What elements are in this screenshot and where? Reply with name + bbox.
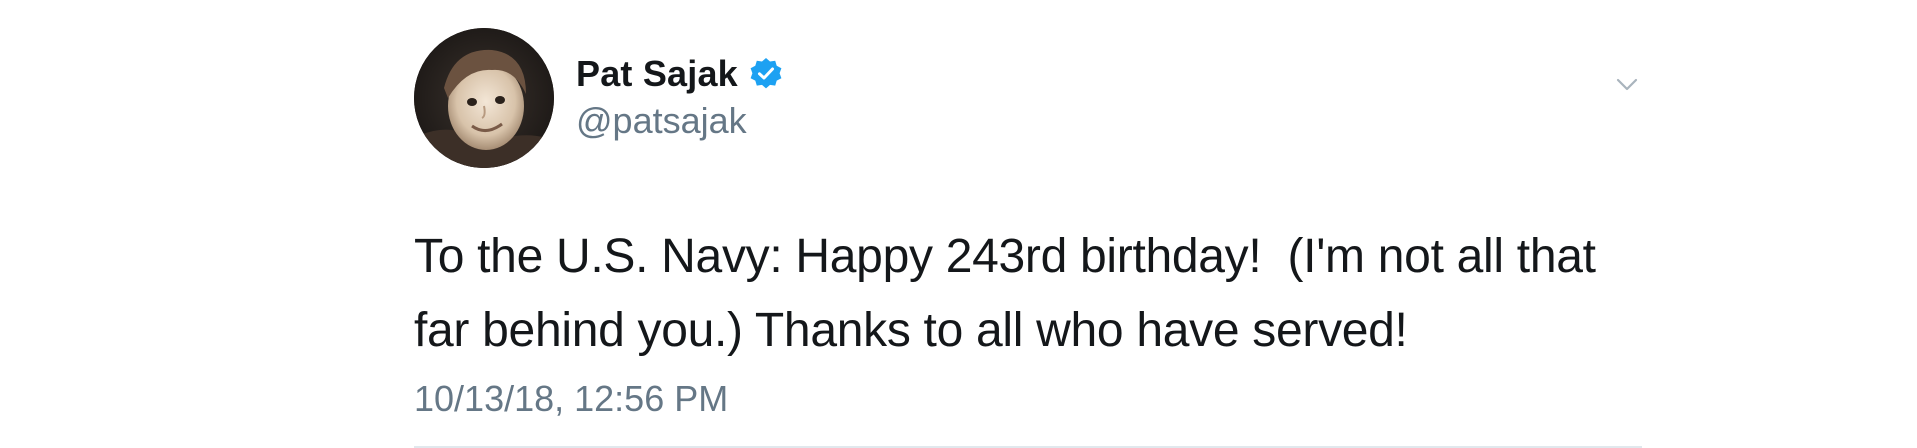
chevron-down-icon[interactable] (1612, 70, 1642, 100)
tweet-text: To the U.S. Navy: Happy 243rd birthday! … (414, 230, 1596, 357)
tweet-card: Pat Sajak @patsajak To the U.S. Navy: Ha… (414, 28, 1642, 448)
tweet-page: Pat Sajak @patsajak To the U.S. Navy: Ha… (0, 0, 1917, 448)
tweet-timestamp[interactable]: 10/13/18, 12:56 PM (414, 378, 728, 420)
profile-photo-icon (414, 28, 554, 168)
author-name-row[interactable]: Pat Sajak (576, 50, 784, 98)
author-display-name[interactable]: Pat Sajak (576, 53, 738, 95)
verified-badge-icon (748, 56, 784, 92)
author-handle[interactable]: @patsajak (576, 100, 747, 142)
avatar[interactable] (414, 28, 554, 168)
